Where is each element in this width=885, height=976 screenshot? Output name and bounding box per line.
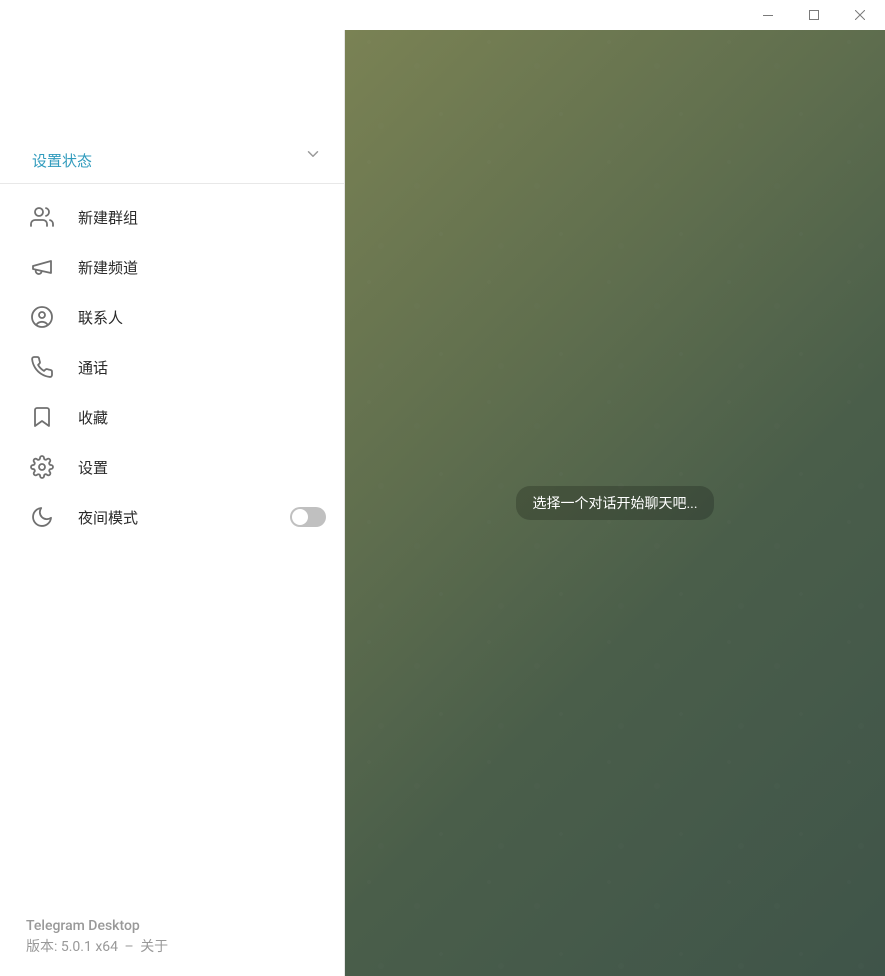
menu-label: 收藏 bbox=[78, 407, 326, 428]
menu-item-saved[interactable]: 收藏 bbox=[0, 392, 344, 442]
menu: 新建群组 新建频道 联系人 通话 bbox=[0, 184, 344, 904]
menu-label: 联系人 bbox=[78, 307, 326, 328]
profile-section: 设置状态 bbox=[0, 30, 344, 184]
version-prefix: 版本: bbox=[26, 939, 61, 955]
menu-label: 设置 bbox=[78, 457, 326, 478]
main-container: 设置状态 新建群组 新建频道 联系 bbox=[0, 30, 885, 976]
menu-label: 通话 bbox=[78, 357, 326, 378]
version-value: 5.0.1 x64 bbox=[61, 939, 118, 955]
titlebar bbox=[0, 0, 885, 30]
version-line: 版本: 5.0.1 x64 – 关于 bbox=[26, 937, 318, 958]
set-status-link[interactable]: 设置状态 bbox=[32, 152, 92, 170]
sidebar: 设置状态 新建群组 新建频道 联系 bbox=[0, 30, 345, 976]
app-name: Telegram Desktop bbox=[26, 916, 318, 937]
minimize-button[interactable] bbox=[745, 0, 791, 30]
menu-item-new-channel[interactable]: 新建频道 bbox=[0, 242, 344, 292]
menu-label: 新建频道 bbox=[78, 257, 326, 278]
menu-item-night-mode[interactable]: 夜间模式 bbox=[0, 492, 344, 542]
menu-label: 新建群组 bbox=[78, 207, 326, 228]
phone-icon bbox=[28, 353, 56, 381]
sidebar-footer: Telegram Desktop 版本: 5.0.1 x64 – 关于 bbox=[0, 904, 344, 976]
bookmark-icon bbox=[28, 403, 56, 431]
menu-label: 夜间模式 bbox=[78, 507, 290, 528]
chevron-down-icon[interactable] bbox=[304, 145, 322, 163]
empty-state-message: 选择一个对话开始聊天吧... bbox=[516, 486, 713, 520]
user-icon bbox=[28, 303, 56, 331]
night-mode-toggle[interactable] bbox=[290, 507, 326, 527]
menu-item-contacts[interactable]: 联系人 bbox=[0, 292, 344, 342]
menu-item-calls[interactable]: 通话 bbox=[0, 342, 344, 392]
menu-item-new-group[interactable]: 新建群组 bbox=[0, 192, 344, 242]
maximize-button[interactable] bbox=[791, 0, 837, 30]
chat-area: 选择一个对话开始聊天吧... bbox=[345, 30, 885, 976]
gear-icon bbox=[28, 453, 56, 481]
megaphone-icon bbox=[28, 253, 56, 281]
moon-icon bbox=[28, 503, 56, 531]
menu-item-settings[interactable]: 设置 bbox=[0, 442, 344, 492]
about-link[interactable]: 关于 bbox=[140, 939, 168, 955]
group-icon bbox=[28, 203, 56, 231]
separator: – bbox=[125, 939, 134, 955]
close-button[interactable] bbox=[837, 0, 883, 30]
